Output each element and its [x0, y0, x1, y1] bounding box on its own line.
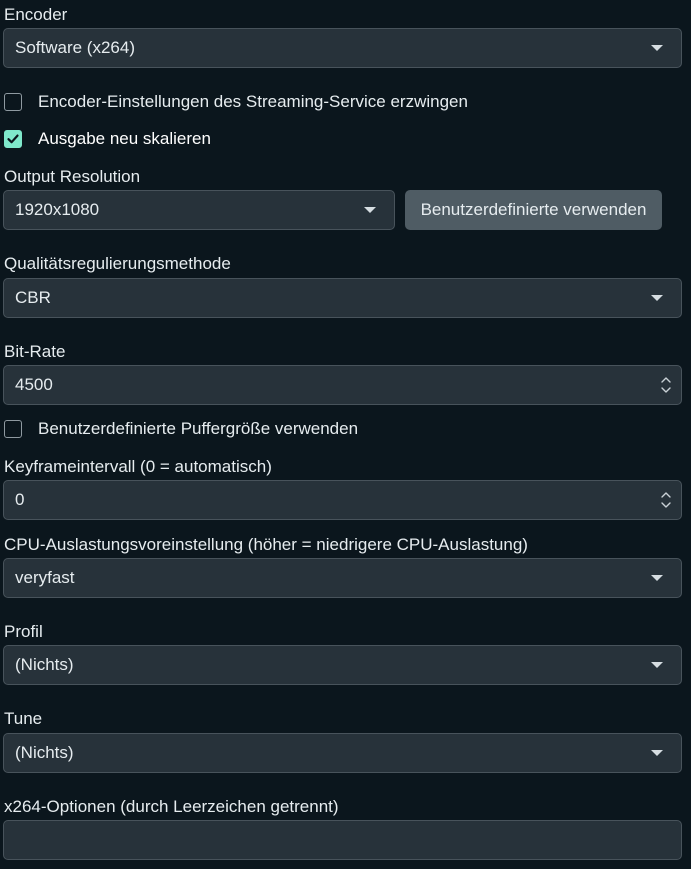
profile-label: Profil	[4, 622, 43, 641]
encoder-select[interactable]: Software (x264)	[3, 28, 682, 68]
output-resolution-select[interactable]: 1920x1080	[3, 190, 395, 230]
bitrate-label: Bit-Rate	[4, 342, 66, 361]
bitrate-value: 4500	[15, 375, 53, 394]
enforce-streaming-settings-label[interactable]: Encoder-Einstellungen des Streaming-Serv…	[38, 92, 468, 112]
profile-select[interactable]: (Nichts)	[3, 645, 682, 685]
profile-value: (Nichts)	[15, 655, 74, 674]
encoder-select-value: Software (x264)	[15, 38, 135, 57]
encoder-label: Encoder	[4, 5, 68, 24]
rate-control-select[interactable]: CBR	[3, 278, 682, 318]
rate-control-label: Qualitätsregulierungsmethode	[4, 254, 231, 273]
spinner-arrows-icon[interactable]	[659, 373, 673, 397]
cpu-preset-label: CPU-Auslastungsvoreinstellung (höher = n…	[4, 535, 528, 554]
tune-select[interactable]: (Nichts)	[3, 733, 682, 773]
checkmark-icon	[7, 134, 19, 144]
use-custom-resolution-button[interactable]: Benutzerdefinierte verwenden	[405, 190, 662, 230]
keyframe-interval-spinbox[interactable]: 0	[3, 480, 682, 520]
rescale-output-checkbox[interactable]	[4, 130, 22, 148]
use-custom-resolution-button-label: Benutzerdefinierte verwenden	[420, 200, 647, 219]
keyframe-interval-value: 0	[15, 490, 25, 509]
spinner-arrows-icon[interactable]	[659, 488, 673, 512]
chevron-down-icon	[651, 45, 663, 51]
chevron-down-icon	[651, 295, 663, 301]
cpu-preset-select[interactable]: veryfast	[3, 558, 682, 598]
custom-buffer-label[interactable]: Benutzerdefinierte Puffergröße verwenden	[38, 419, 358, 439]
chevron-down-icon	[651, 575, 663, 581]
chevron-down-icon	[364, 207, 376, 213]
tune-label: Tune	[4, 709, 43, 728]
enforce-streaming-settings-checkbox[interactable]	[4, 93, 22, 111]
output-resolution-value: 1920x1080	[15, 200, 100, 219]
x264-options-label: x264-Optionen (durch Leerzeichen getrenn…	[4, 797, 339, 816]
rescale-output-label[interactable]: Ausgabe neu skalieren	[38, 129, 211, 149]
x264-encoder-settings-panel: Encoder Software (x264) Encoder-Einstell…	[0, 0, 691, 869]
chevron-down-icon	[651, 662, 663, 668]
chevron-down-icon	[651, 750, 663, 756]
x264-options-input[interactable]	[3, 820, 682, 860]
rate-control-value: CBR	[15, 288, 51, 307]
output-resolution-label: Output Resolution	[4, 167, 141, 186]
custom-buffer-checkbox[interactable]	[4, 420, 22, 438]
keyframe-interval-label: Keyframeintervall (0 = automatisch)	[4, 457, 272, 476]
cpu-preset-value: veryfast	[15, 568, 75, 587]
bitrate-spinbox[interactable]: 4500	[3, 365, 682, 405]
tune-value: (Nichts)	[15, 743, 74, 762]
